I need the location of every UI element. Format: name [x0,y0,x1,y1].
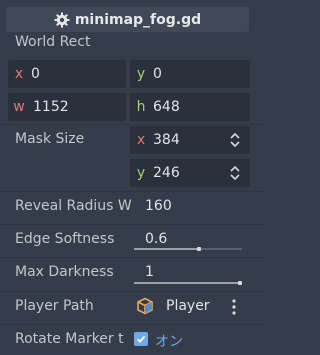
mask-size-label: Mask Size [15,131,85,147]
reveal-radius-label: Reveal Radius W [15,198,132,214]
player-path-label: Player Path [15,298,94,314]
reveal-radius-value[interactable]: 160 [145,198,172,214]
max-darkness-slider[interactable] [134,281,242,285]
mask-size-x-value: 384 [153,132,180,148]
mask-size-y-value: 246 [153,165,180,181]
axis-y-label: y [136,165,146,181]
axis-x-label: x [136,132,146,148]
divider [0,224,264,225]
slider-fill [134,248,199,250]
divider [0,191,264,192]
rotate-marker-value[interactable]: オン [155,331,183,351]
world-rect-h-value: 648 [153,99,180,115]
world-rect-y-field[interactable]: y 0 [130,60,250,88]
slider-grabber[interactable] [196,247,201,251]
max-darkness-label: Max Darkness [15,264,114,280]
world-rect-y-value: 0 [153,66,162,82]
rotate-marker-label: Rotate Marker t [15,331,124,347]
max-darkness-value[interactable]: 1 [145,264,154,280]
spin-updown-icon[interactable] [229,165,241,181]
axis-y-label: y [136,66,146,82]
divider [0,124,264,125]
edge-softness-value[interactable]: 0.6 [145,231,167,247]
slider-fill [134,282,242,284]
slider-grabber[interactable] [238,281,242,285]
divider [0,291,264,292]
divider [0,257,264,258]
world-rect-h-field[interactable]: h 648 [130,93,250,121]
world-rect-x-field[interactable]: x 0 [8,60,126,88]
axis-w-label: w [13,99,25,115]
edge-softness-slider[interactable] [134,247,242,251]
script-header[interactable]: minimap_fog.gd [6,7,249,32]
world-rect-label: World Rect [15,34,91,50]
world-rect-x-value: 0 [31,66,40,82]
more-options-icon[interactable] [232,299,236,315]
axis-x-label: x [14,66,24,82]
world-rect-w-field[interactable]: w 1152 [8,93,126,121]
player-path-value[interactable]: Player [166,298,210,314]
divider [0,324,264,325]
edge-softness-label: Edge Softness [15,231,115,247]
node3d-icon [137,297,153,315]
gear-icon [54,12,70,27]
world-rect-w-value: 1152 [33,99,69,115]
rotate-marker-checkbox[interactable] [134,332,148,346]
spin-updown-icon[interactable] [229,132,241,148]
script-title: minimap_fog.gd [74,11,202,28]
checkmark-icon [136,335,146,343]
axis-h-label: h [136,99,146,115]
